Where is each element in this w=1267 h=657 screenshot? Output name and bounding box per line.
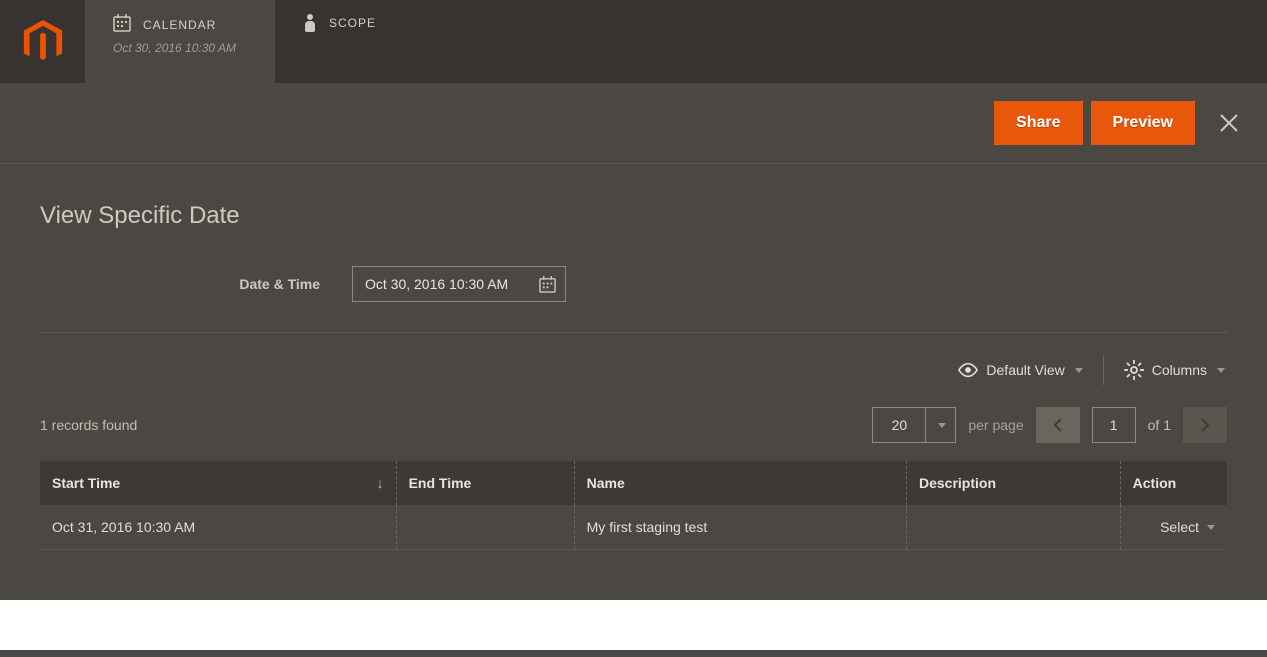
magento-logo-icon (23, 20, 63, 64)
calendar-icon (113, 14, 131, 35)
tab-calendar-sub: Oct 30, 2016 10:30 AM (113, 41, 247, 55)
white-area (0, 600, 1267, 650)
col-start-time[interactable]: Start Time ↓ (40, 461, 396, 505)
columns-label: Columns (1152, 362, 1207, 378)
close-button[interactable] (1209, 103, 1249, 143)
prev-page-button[interactable] (1036, 407, 1080, 443)
col-start-time-label: Start Time (52, 475, 120, 491)
eye-icon (958, 360, 978, 380)
tab-scope[interactable]: SCOPE (275, 0, 465, 83)
date-picker-button[interactable] (529, 267, 565, 301)
chevron-down-icon (938, 423, 946, 428)
table-row[interactable]: Oct 31, 2016 10:30 AM My first staging t… (40, 505, 1227, 550)
date-time-input[interactable] (353, 267, 529, 301)
per-page-label: per page (968, 417, 1023, 433)
tab-calendar[interactable]: CALENDAR Oct 30, 2016 10:30 AM (85, 0, 275, 83)
tab-calendar-label: CALENDAR (143, 18, 216, 32)
cell-action: Select (1120, 505, 1227, 550)
next-page-button[interactable] (1183, 407, 1227, 443)
date-time-field: Date & Time (40, 266, 1227, 333)
per-page-value: 20 (873, 408, 925, 442)
col-end-time[interactable]: End Time (396, 461, 574, 505)
close-icon (1219, 113, 1239, 133)
default-view-dropdown[interactable]: Default View (956, 356, 1084, 384)
page-number-input[interactable] (1092, 407, 1136, 443)
content-area: View Specific Date Date & Time (0, 164, 1267, 600)
share-button[interactable]: Share (994, 101, 1082, 145)
per-page-dropdown-button[interactable] (925, 408, 955, 442)
col-action[interactable]: Action (1120, 461, 1227, 505)
cell-name: My first staging test (574, 505, 906, 550)
date-time-input-wrap (352, 266, 566, 302)
tab-scope-label: SCOPE (329, 16, 376, 30)
person-icon (303, 14, 317, 32)
date-time-label: Date & Time (40, 276, 320, 292)
cell-end-time (396, 505, 574, 550)
preview-button[interactable]: Preview (1091, 101, 1195, 145)
pager-row: 1 records found 20 per page of 1 (40, 407, 1227, 443)
columns-dropdown[interactable]: Columns (1122, 356, 1227, 384)
per-page-select[interactable]: 20 (872, 407, 956, 443)
cell-start-time: Oct 31, 2016 10:30 AM (40, 505, 396, 550)
default-view-label: Default View (986, 362, 1064, 378)
page-title: View Specific Date (40, 202, 1227, 230)
divider (1103, 355, 1104, 385)
grid-toolbar: Default View Columns (40, 355, 1227, 385)
chevron-left-icon (1053, 418, 1063, 432)
col-name[interactable]: Name (574, 461, 906, 505)
calendar-icon (539, 276, 556, 293)
magento-logo[interactable] (0, 0, 85, 83)
records-found: 1 records found (40, 417, 137, 433)
row-action-label: Select (1160, 519, 1199, 535)
chevron-down-icon (1075, 368, 1083, 373)
col-description[interactable]: Description (907, 461, 1121, 505)
chevron-right-icon (1200, 418, 1210, 432)
page-total-label: of 1 (1148, 417, 1171, 433)
top-bar: CALENDAR Oct 30, 2016 10:30 AM SCOPE (0, 0, 1267, 83)
action-bar: Share Preview (0, 83, 1267, 164)
sort-desc-icon: ↓ (377, 475, 384, 491)
chevron-down-icon (1207, 525, 1215, 530)
chevron-down-icon (1217, 368, 1225, 373)
row-action-select[interactable]: Select (1133, 519, 1215, 535)
gear-icon (1124, 360, 1144, 380)
cell-description (907, 505, 1121, 550)
data-grid: Start Time ↓ End Time Name Description Ac… (40, 461, 1227, 550)
